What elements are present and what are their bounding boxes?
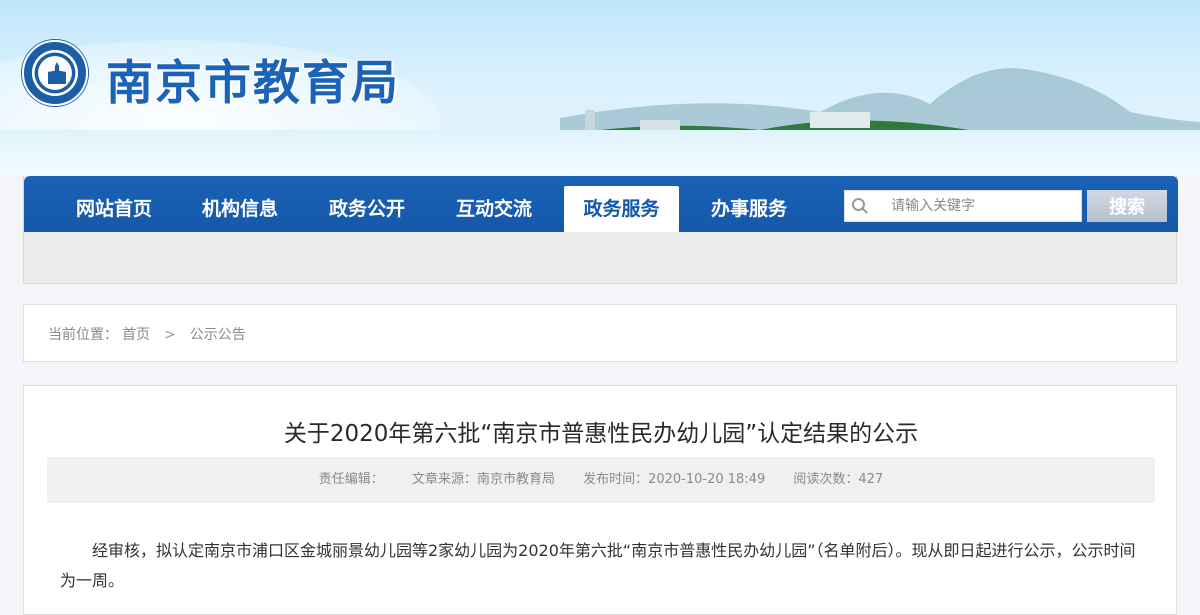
emblem-logo[interactable] [22, 40, 88, 106]
breadcrumb: 当前位置： 首页 > 公示公告 [48, 324, 246, 344]
site-title[interactable]: 南京市教育局 [106, 44, 400, 113]
breadcrumb-container: 当前位置： 首页 > 公示公告 [23, 304, 1177, 362]
search-input[interactable] [891, 191, 1076, 221]
article-title: 关于2020年第六批“南京市普惠性民办幼儿园”认定结果的公示 [283, 421, 919, 447]
nav-item-government-affairs[interactable]: 政务公开 [307, 186, 427, 232]
breadcrumb-notice-link[interactable]: 公示公告 [190, 327, 246, 343]
article-body: 经审核，拟认定南京市浦口区金城丽景幼儿园等2家幼儿园为2020年第六批“南京市普… [60, 541, 1136, 590]
nav-item-government-services[interactable]: 政务服务 [564, 186, 679, 232]
breadcrumb-prefix: 当前位置： [48, 327, 118, 343]
nav-item-services[interactable]: 办事服务 [689, 186, 809, 232]
main-nav: 网站首页 机构信息 政务公开 互动交流 政务服务 办事服务 搜索 [24, 176, 1178, 232]
article-meta-bar: 责任编辑： 文章来源：南京市教育局 发布时间：2020-10-20 18:49 … [47, 457, 1155, 503]
nav-item-interaction[interactable]: 互动交流 [434, 186, 554, 232]
search-button[interactable]: 搜索 [1087, 190, 1167, 222]
search-icon [852, 198, 868, 214]
breadcrumb-separator: > [164, 327, 176, 343]
header-banner: 南京市教育局 [0, 0, 1200, 176]
meta-source: 文章来源：南京市教育局 [411, 472, 555, 487]
nav-item-home[interactable]: 网站首页 [54, 186, 174, 232]
article-container: 关于2020年第六批“南京市普惠性民办幼儿园”认定结果的公示 责任编辑： 文章来… [23, 385, 1177, 615]
nav-container: 网站首页 机构信息 政务公开 互动交流 政务服务 办事服务 搜索 [23, 176, 1178, 284]
banner-water [0, 130, 1200, 176]
meta-published: 发布时间：2020-10-20 18:49 [583, 472, 766, 487]
search-box [844, 190, 1082, 222]
breadcrumb-home-link[interactable]: 首页 [122, 327, 150, 343]
nav-item-organization[interactable]: 机构信息 [180, 186, 300, 232]
building-icon [48, 62, 66, 84]
meta-editor: 责任编辑： [318, 472, 384, 487]
meta-views: 阅读次数：427 [793, 472, 884, 487]
